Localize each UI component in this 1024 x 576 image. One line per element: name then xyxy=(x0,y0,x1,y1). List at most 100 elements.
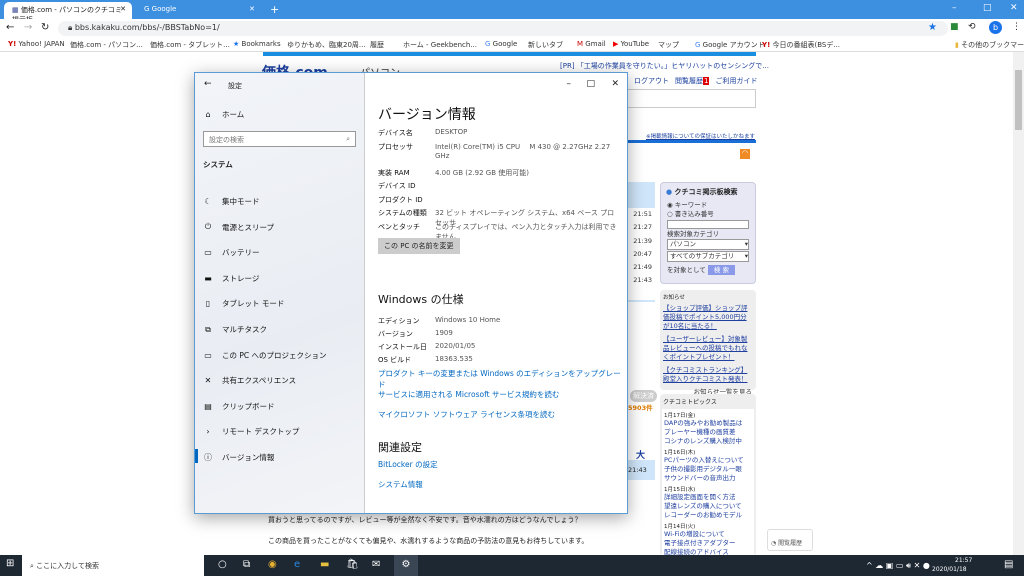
nav-item[interactable]: ▤ クリップボード xyxy=(203,401,274,412)
close-button[interactable]: ✕ xyxy=(1010,3,1018,13)
bookmark[interactable]: ★ Bookmarks xyxy=(233,40,281,48)
system-info-link[interactable]: システム情報 xyxy=(378,479,423,490)
topic-item[interactable]: DAPの強みやお勧め製品は xyxy=(662,419,754,428)
nav-item[interactable]: ✕ 共有エクスペリエンス xyxy=(203,375,296,386)
news-item[interactable]: 【ショップ評価】ショップ評価投稿でポイント5,000円分が10名に当たる！ xyxy=(663,304,753,331)
close-button[interactable]: ✕ xyxy=(611,79,619,89)
topic-item[interactable]: 詳細設定画面を開く方法 xyxy=(662,493,754,502)
rename-pc-button[interactable]: この PC の名前を変更 xyxy=(378,238,460,254)
rss-icon[interactable]: ◠ xyxy=(740,149,750,159)
explorer-icon[interactable]: ▬ xyxy=(320,559,329,570)
topic-item[interactable]: 望遠レンズの購入について xyxy=(662,502,754,511)
bookmark[interactable]: Y! Yahoo! JAPAN xyxy=(8,40,65,48)
minimize-button[interactable]: – xyxy=(567,79,572,89)
nav-item[interactable]: ▯ タブレット モード xyxy=(203,298,285,309)
topic-item[interactable]: PCパーツの入替えについて xyxy=(662,456,754,465)
nav-item[interactable]: ▭ バッテリー xyxy=(203,247,259,258)
forward-icon[interactable]: → xyxy=(24,22,32,33)
upgrade-link[interactable]: プロダクト キーの変更または Windows のエディションをアップグレード xyxy=(378,368,627,390)
clock-date[interactable]: 2020/01/18 xyxy=(932,566,967,573)
radio-number[interactable]: ○ 書き込み番号 xyxy=(661,210,755,219)
close-tab-icon[interactable]: ✕ xyxy=(120,5,126,13)
store-icon[interactable]: 🛍︎ xyxy=(346,559,359,570)
back-icon[interactable]: ← xyxy=(6,22,14,33)
bookmark[interactable]: ホーム - Geekbench... xyxy=(403,40,477,50)
tab-google[interactable]: G Google ✕ xyxy=(136,2,261,19)
cortana-icon[interactable]: ○ xyxy=(218,559,227,570)
edge-icon[interactable]: e xyxy=(294,559,300,570)
logout-link[interactable]: ログアウト xyxy=(634,76,669,86)
bookmark[interactable]: 価格.com - タブレット... xyxy=(150,40,230,50)
topic-item[interactable]: コシナのレンズ購入検討中 xyxy=(662,437,754,446)
close-tab-icon[interactable]: ✕ xyxy=(249,5,255,13)
nav-item[interactable]: ⧉ マルチタスク xyxy=(203,324,267,335)
license-link[interactable]: マイクロソフト ソフトウェア ライセンス条項を読む xyxy=(378,409,555,420)
pr-link[interactable]: [PR] 「工場の作業員を守りたい。」ヒヤリハットのセンシングで... xyxy=(560,61,769,71)
bookmark[interactable]: ゆりかもめ、臨東20周... xyxy=(287,40,366,50)
bookmark[interactable]: 価格.com - パソコン... xyxy=(70,40,143,50)
bookmark[interactable]: M Gmail xyxy=(577,40,606,48)
topic-item[interactable]: 電子接点付きアダプター xyxy=(662,539,754,548)
search-field[interactable] xyxy=(628,89,756,108)
service-terms-link[interactable]: サービスに適用される Microsoft サービス規約を読む xyxy=(378,389,559,400)
bookmark[interactable]: 履歴 xyxy=(370,40,384,50)
keyword-input[interactable] xyxy=(667,220,749,229)
settings-taskbar-icon[interactable]: ⚙ xyxy=(394,555,418,576)
topic-item[interactable]: 子供の撮影用デジタル一眼 xyxy=(662,465,754,474)
history-icon[interactable]: ⟲ xyxy=(968,22,976,32)
clock-time[interactable]: 21:57 xyxy=(955,557,972,564)
topic-item[interactable]: 配線接続のアドバイス xyxy=(662,548,754,555)
category-select[interactable]: パソコン ▾ xyxy=(667,239,749,250)
bookmark[interactable]: G Google xyxy=(485,40,517,48)
radio-keyword[interactable]: ◉ キーワード xyxy=(661,201,755,210)
history-link[interactable]: 閲覧履歴1 xyxy=(675,76,710,86)
nav-item[interactable]: ☾ 集中モード xyxy=(203,196,259,207)
maximize-button[interactable]: □ xyxy=(983,3,992,13)
news-item[interactable]: 【ユーザーレビュー】対象製品レビューへの投稿でもれなくポイントプレゼント！ xyxy=(663,335,753,362)
search-button[interactable]: 検 索 xyxy=(707,265,735,275)
bookmark[interactable]: G Google アカウント xyxy=(695,40,765,50)
nav-item[interactable]: ⏻ 電源とスリープ xyxy=(203,222,274,233)
scrollbar-thumb[interactable] xyxy=(1015,70,1022,130)
topic-item[interactable]: サウンドバーの音声出力 xyxy=(662,474,754,483)
notification-icon[interactable]: ▤ xyxy=(1004,559,1013,570)
reload-icon[interactable]: ↻ xyxy=(41,22,49,33)
resolved-badge[interactable]: 解決済 xyxy=(630,390,657,402)
maximize-button[interactable]: □ xyxy=(586,79,595,89)
nav-item[interactable]: ▭ この PC へのプロジェクション xyxy=(203,350,326,361)
other-bookmarks[interactable]: ▮ その他のブックマーク xyxy=(955,40,1024,50)
news-item[interactable]: 【クチコミストランキング】殿堂入りクチコミスト発表！ xyxy=(663,366,753,384)
topic-item[interactable]: Wi-Fiの増設について xyxy=(662,530,754,539)
chrome-icon[interactable]: ◉ xyxy=(268,559,277,570)
guide-link[interactable]: ご利用ガイド xyxy=(715,76,757,86)
nav-item[interactable]: › リモート デスクトップ xyxy=(203,426,299,437)
bookmark[interactable]: Y! 今日の番組表(BSデ... xyxy=(762,40,840,50)
star-icon[interactable]: ★ xyxy=(928,22,937,33)
nav-item[interactable]: ▬ ストレージ xyxy=(203,273,259,284)
mail-icon[interactable]: ✉ xyxy=(372,559,380,570)
notice-link[interactable]: ※掲載情報についての保証はいたしかねます xyxy=(646,132,755,140)
profile-avatar[interactable]: b xyxy=(989,21,1002,34)
nav-home[interactable]: ⌂ ホーム xyxy=(203,109,244,120)
tray-icons[interactable]: ^ ☁ ▣ ▭ 🔊︎ ✕ ● xyxy=(866,561,930,571)
minimize-button[interactable]: – xyxy=(952,3,957,13)
bitlocker-link[interactable]: BitLocker の設定 xyxy=(378,459,438,470)
settings-search-input[interactable]: 設定の検索 ⌕ xyxy=(203,131,356,147)
taskbar-search[interactable]: ⌕ ここに入力して検索 xyxy=(22,555,204,576)
bookmark[interactable]: マップ xyxy=(658,40,679,50)
bookmark[interactable]: 新しいタブ xyxy=(528,40,563,50)
nav-item[interactable]: ⓘ バージョン情報 xyxy=(203,452,274,463)
start-icon[interactable]: ⊞ xyxy=(6,558,14,569)
tab-kakaku[interactable]: ▦ 価格.com - パソコンのクチコミ掲示板✕ xyxy=(4,2,132,24)
extension-icon[interactable]: ■ xyxy=(950,22,959,32)
address-bar[interactable]: 🔒︎ bbs.kakaku.com/bbs/-/BBSTabNo=1/ xyxy=(58,21,948,36)
back-icon[interactable]: ← xyxy=(204,79,212,89)
history-float-button[interactable]: ◔ 閲覧履歴 xyxy=(767,529,813,551)
bookmark[interactable]: ▶ YouTube xyxy=(613,40,649,48)
topic-item[interactable]: プレーヤー機種の画質差 xyxy=(662,428,754,437)
new-tab-button[interactable]: + xyxy=(262,0,287,17)
task-view-icon[interactable]: ⧉ xyxy=(243,559,250,570)
menu-icon[interactable]: ⋮ xyxy=(1012,22,1021,32)
subcategory-select[interactable]: すべてのサブカテゴリ ▾ xyxy=(667,251,749,262)
topic-item[interactable]: レコーダーのお勧めモデル xyxy=(662,511,754,520)
